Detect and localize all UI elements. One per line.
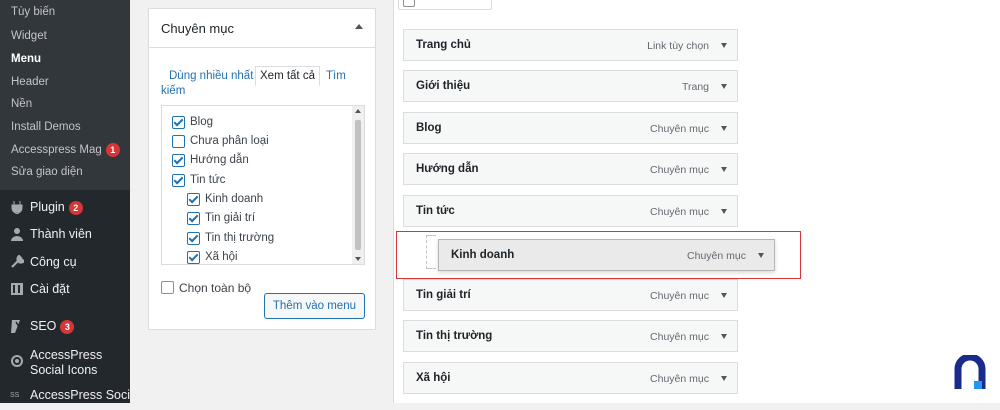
menu-item-market[interactable]: Tin thị trường Chuyên mục	[403, 320, 738, 352]
expand-arrow-icon[interactable]	[721, 84, 727, 89]
settings-icon	[11, 283, 23, 295]
checkbox[interactable]	[172, 135, 185, 148]
checkbox[interactable]	[172, 116, 185, 129]
social-icons-icon	[11, 355, 23, 367]
tab-search[interactable]: Tìm	[326, 70, 346, 82]
checkbox[interactable]	[172, 174, 185, 187]
seo-badge: 3	[60, 319, 75, 334]
checkbox[interactable]	[172, 154, 185, 167]
menu-item-business-dragging[interactable]: Kinh doanh Chuyên mục	[438, 239, 775, 271]
submenu-item-menu[interactable]: Menu	[11, 53, 41, 65]
menu-item-entertainment[interactable]: Tin giải trí Chuyên mục	[403, 279, 738, 311]
menu-item-society[interactable]: Xã hội Chuyên mục	[403, 362, 738, 394]
plugin-update-badge: 2	[68, 200, 83, 215]
submenu-item-customize[interactable]: Tùy biến	[11, 6, 55, 18]
bulk-select-box[interactable]	[398, 0, 492, 10]
expand-arrow-icon[interactable]	[721, 209, 727, 214]
sidebar-item-settings[interactable]: Cài đặt	[0, 278, 130, 302]
drop-placeholder	[426, 235, 436, 269]
appearance-submenu: Tùy biến Widget Menu Header Nền Install …	[0, 0, 130, 190]
expand-arrow-icon[interactable]	[721, 43, 727, 48]
brand-logo-icon	[954, 355, 986, 389]
plugin-icon	[11, 201, 23, 214]
category-tabs: Dùng nhiều nhất Xem tất cả Tìm kiếm	[161, 66, 366, 97]
category-checklist: Blog Chưa phân loại Hướng dẫn Tin tức Ki…	[161, 105, 365, 265]
sidebar-item-social-share[interactable]: SS AccessPress Social	[0, 386, 140, 410]
checklist-scrollbar[interactable]	[352, 106, 364, 264]
menu-item-news[interactable]: Tin tức Chuyên mục	[403, 195, 738, 227]
select-all-checkbox[interactable]	[161, 281, 174, 294]
expand-arrow-icon[interactable]	[721, 167, 727, 172]
tab-most-used[interactable]: Dùng nhiều nhất	[169, 70, 253, 82]
expand-arrow-icon[interactable]	[721, 293, 727, 298]
checkbox[interactable]	[187, 193, 200, 206]
sidebar-item-seo[interactable]: SEO 3	[0, 315, 130, 339]
category-panel-header[interactable]: Chuyên mục	[149, 9, 375, 48]
user-icon	[11, 228, 23, 241]
checkbox[interactable]	[187, 251, 200, 264]
collapse-arrow-icon[interactable]	[355, 24, 363, 29]
menu-item-about[interactable]: Giới thiệu Trang	[403, 70, 738, 102]
expand-arrow-icon[interactable]	[721, 376, 727, 381]
submenu-item-theme-editor[interactable]: Sửa giao diện	[11, 166, 83, 178]
wrench-icon	[11, 255, 24, 268]
add-to-menu-button[interactable]: Thêm vào menu	[263, 293, 365, 319]
sidebar-item-users[interactable]: Thành viên	[0, 223, 130, 247]
expand-arrow-icon[interactable]	[721, 334, 727, 339]
submenu-item-widget[interactable]: Widget	[11, 30, 47, 42]
update-badge: 1	[105, 143, 120, 157]
bulk-select-checkbox[interactable]	[403, 0, 415, 7]
category-panel: Chuyên mục Dùng nhiều nhất Xem tất cả Tì…	[148, 8, 376, 330]
menu-item-home[interactable]: Trang chủ Link tùy chọn	[403, 29, 738, 61]
submenu-item-accesspress-mag[interactable]: Accesspress Mag 1	[11, 143, 120, 157]
expand-arrow-icon[interactable]	[758, 253, 764, 258]
sidebar-item-tools[interactable]: Công cụ	[0, 251, 130, 275]
menu-item-guides[interactable]: Hướng dẫn Chuyên mục	[403, 153, 738, 185]
expand-arrow-icon[interactable]	[721, 126, 727, 131]
scroll-thumb[interactable]	[355, 120, 361, 250]
panel-title: Chuyên mục	[161, 21, 234, 36]
scroll-up-icon[interactable]	[355, 109, 361, 113]
tab-view-all[interactable]: Xem tất cả	[255, 66, 320, 86]
admin-sidebar: Tùy biến Widget Menu Header Nền Install …	[0, 0, 140, 403]
yoast-icon	[11, 319, 23, 333]
menu-item-blog[interactable]: Blog Chuyên mục	[403, 112, 738, 144]
checkbox[interactable]	[187, 212, 200, 225]
sidebar-item-plugin[interactable]: Plugin 2	[0, 196, 130, 220]
scroll-down-icon[interactable]	[355, 257, 361, 261]
submenu-item-install-demos[interactable]: Install Demos	[11, 121, 81, 133]
social-share-icon: SS	[10, 392, 20, 399]
tab-search-wrap[interactable]: kiếm	[161, 85, 185, 97]
submenu-item-background[interactable]: Nền	[11, 98, 32, 110]
checkbox[interactable]	[187, 232, 200, 245]
submenu-item-header[interactable]: Header	[11, 76, 49, 88]
sidebar-item-social-icons[interactable]: AccessPress Social Icons	[0, 348, 130, 380]
